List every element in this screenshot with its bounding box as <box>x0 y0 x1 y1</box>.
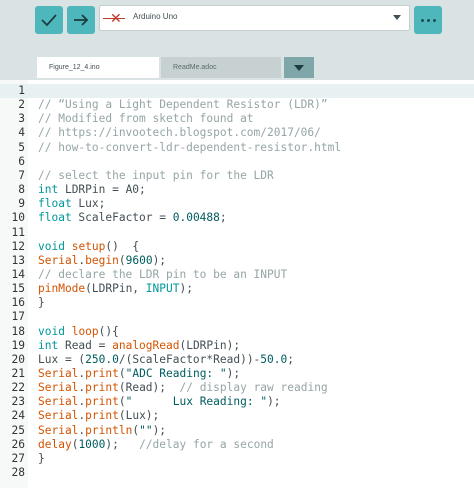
code-text: pinMode(LDRPin, INPUT); <box>38 282 193 296</box>
code-line[interactable]: 15 pinMode(LDRPin, INPUT); <box>0 282 474 296</box>
line-number: 2 <box>18 98 25 112</box>
code-text: // how-to-convert-ldr-dependent-resistor… <box>38 140 342 154</box>
code-line[interactable]: 4 // https://invootech.blogspot.com/2017/… <box>0 126 474 140</box>
code-text: // “Using a Light Dependent Resistor (LD… <box>38 98 328 112</box>
code-line[interactable]: 9 float Lux; <box>0 197 474 211</box>
code-line[interactable]: 21 Serial.print("ADC Reading: "); <box>0 367 474 381</box>
disconnected-x-icon: ✕ <box>110 10 122 26</box>
line-number: 24 <box>11 409 25 423</box>
code-line[interactable]: 22 Serial.print(Read); // display raw rea… <box>0 381 474 395</box>
code-line[interactable]: 10 float ScaleFactor = 0.00488; <box>0 211 474 225</box>
upload-button[interactable] <box>67 6 95 34</box>
board-name: Arduino Uno <box>133 12 178 21</box>
code-text: // select the input pin for the LDR <box>38 168 274 182</box>
line-number: 13 <box>11 253 25 267</box>
toolbar: ✕ Arduino Uno <box>0 0 474 38</box>
code-text: Serial.print("ADC Reading: "); <box>38 367 241 380</box>
verify-button[interactable] <box>35 6 63 34</box>
code-text: Serial.print(" Lux Reading: "); <box>38 395 281 409</box>
line-number: 20 <box>11 352 25 366</box>
code-text: int Read = analogRead(LDRPin); <box>38 338 241 352</box>
code-text: Serial.print(Read); // display raw readi… <box>38 381 328 395</box>
line-number: 17 <box>11 310 25 324</box>
line-number: 26 <box>11 437 25 451</box>
ellipsis-dot <box>433 19 436 22</box>
code-line[interactable]: 5 // how-to-convert-ldr-dependent-resisto… <box>0 141 474 155</box>
line-number: 8 <box>18 183 25 197</box>
code-line[interactable]: 23 Serial.print(" Lux Reading: "); <box>0 395 474 409</box>
line-number: 19 <box>11 338 25 352</box>
ellipsis-icon <box>421 19 424 22</box>
line-number: 21 <box>11 367 25 380</box>
line-number: 23 <box>11 395 25 409</box>
line-number: 4 <box>18 126 25 140</box>
chevron-down-icon <box>294 65 304 71</box>
code-line[interactable]: 16} <box>0 296 474 310</box>
code-text: float Lux; <box>38 197 106 211</box>
line-number: 5 <box>18 140 25 154</box>
code-line[interactable]: 19 int Read = analogRead(LDRPin); <box>0 339 474 353</box>
code-line[interactable]: 6 <box>0 155 474 169</box>
checkmark-icon <box>41 14 57 27</box>
line-number: 1 <box>18 84 25 97</box>
line-number: 12 <box>11 239 25 253</box>
chevron-down-icon <box>393 15 401 20</box>
code-line[interactable]: 25 Serial.println(""); <box>0 424 474 438</box>
line-number: 16 <box>11 296 25 310</box>
code-line[interactable]: 1 <box>0 84 474 98</box>
arrow-right-icon <box>74 14 89 26</box>
code-text: void setup() { <box>38 239 140 253</box>
code-line[interactable]: 3 // Modified from sketch found at <box>0 112 474 126</box>
code-line[interactable]: 8 int LDRPin = A0; <box>0 183 474 197</box>
tab-readme[interactable]: ReadMe.adoc <box>161 57 281 78</box>
code-text: // Modified from sketch found at <box>38 112 254 126</box>
code-text: Lux = (250.0/(ScaleFactor*Read))-50.0; <box>38 352 294 366</box>
code-text: // declare the LDR pin to be an INPUT <box>38 267 288 281</box>
code-text: // https://invootech.blogspot.com/2017/0… <box>38 126 321 140</box>
line-number: 10 <box>11 211 25 225</box>
code-line[interactable]: 18 void loop(){ <box>0 325 474 339</box>
code-editor[interactable]: 1 2 // “Using a Light Dependent Resistor (… <box>0 80 474 488</box>
line-number: 18 <box>11 324 25 338</box>
line-number: 28 <box>11 466 25 480</box>
code-text: delay(1000); //delay for a second <box>38 437 274 451</box>
code-line[interactable]: 13 Serial.begin(9600); <box>0 254 474 268</box>
more-options-button[interactable] <box>414 6 442 34</box>
code-text: Serial.print(Lux); <box>38 409 160 423</box>
line-number: 14 <box>11 267 25 281</box>
tab-figure-12-4[interactable]: Figure_12_4.ino <box>37 57 159 78</box>
code-text: } <box>38 296 45 310</box>
line-number: 3 <box>18 112 25 126</box>
line-number: 6 <box>18 154 25 168</box>
code-line[interactable]: 28 <box>0 466 474 480</box>
line-number: 11 <box>11 225 25 239</box>
code-line[interactable]: 14 // declare the LDR pin to be an INPUT <box>0 268 474 282</box>
code-text: } <box>38 451 45 465</box>
line-number: 25 <box>11 423 25 437</box>
tab-bar: Figure_12_4.ino ReadMe.adoc <box>0 38 474 80</box>
code-text: int LDRPin = A0; <box>38 183 146 197</box>
code-text: void loop(){ <box>38 324 119 338</box>
board-selector[interactable]: ✕ Arduino Uno <box>99 5 410 31</box>
line-number: 7 <box>18 168 25 182</box>
line-number: 27 <box>11 451 25 465</box>
code-line[interactable]: 2 // “Using a Light Dependent Resistor (L… <box>0 98 474 112</box>
code-line[interactable]: 11 <box>0 226 474 240</box>
line-number: 9 <box>18 197 25 211</box>
code-text: Serial.println(""); <box>38 423 167 437</box>
code-line[interactable]: 17 <box>0 310 474 324</box>
code-text: Serial.begin(9600); <box>38 253 167 267</box>
line-number: 15 <box>11 282 25 296</box>
code-line[interactable]: 26 delay(1000); //delay for a second <box>0 438 474 452</box>
code-line[interactable]: 27} <box>0 452 474 466</box>
tab-menu-button[interactable] <box>284 57 314 78</box>
code-line[interactable]: 24 Serial.print(Lux); <box>0 409 474 423</box>
code-text: float ScaleFactor = 0.00488; <box>38 211 227 225</box>
line-number: 22 <box>11 381 25 395</box>
code-line[interactable]: 12 void setup() { <box>0 240 474 254</box>
ellipsis-dot <box>427 19 430 22</box>
code-line[interactable]: 20 Lux = (250.0/(ScaleFactor*Read))-50.0; <box>0 353 474 367</box>
code-line[interactable]: 7 // select the input pin for the LDR <box>0 169 474 183</box>
